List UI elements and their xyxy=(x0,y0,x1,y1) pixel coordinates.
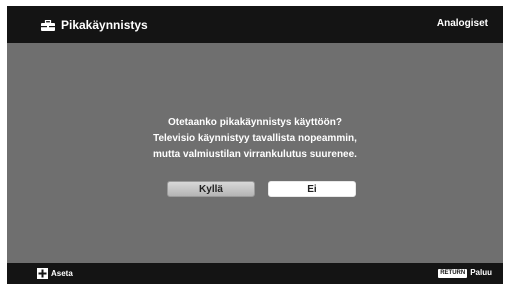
header-title-group: Pikakäynnistys xyxy=(41,17,148,33)
plus-icon xyxy=(37,268,48,279)
header-bar: Pikakäynnistys Analogiset xyxy=(7,6,503,43)
no-button[interactable]: Ei xyxy=(268,181,356,197)
dialog-message-line-2: Televisio käynnistyy tavallista nopeammi… xyxy=(153,133,357,144)
page-title: Pikakäynnistys xyxy=(61,18,148,32)
return-hint-label: Paluu xyxy=(470,268,492,277)
set-hint-label: Aseta xyxy=(51,268,73,278)
dialog-message-line-3: mutta valmiustilan virrankulutus suurene… xyxy=(153,149,357,160)
yes-button[interactable]: Kyllä xyxy=(167,181,255,197)
toolbox-icon xyxy=(41,19,55,31)
set-hint: Aseta xyxy=(37,268,73,279)
footer-bar: Aseta RETURN Paluu xyxy=(7,263,503,284)
dialog-message-line-1: Otetaanko pikakäynnistys käyttöön? xyxy=(168,117,342,128)
return-hint: RETURN Paluu xyxy=(438,268,492,278)
tv-screen: Pikakäynnistys Analogiset Otetaanko pika… xyxy=(7,6,503,284)
input-mode-label: Analogiset xyxy=(436,18,488,29)
dialog-message: Otetaanko pikakäynnistys käyttöön? Telev… xyxy=(7,115,503,163)
return-key-badge: RETURN xyxy=(438,268,468,278)
